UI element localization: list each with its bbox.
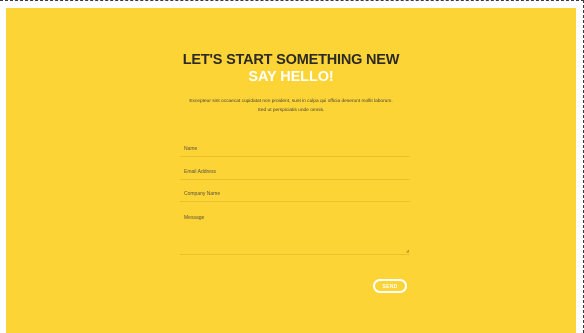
email-field-label: Email Address xyxy=(184,169,216,175)
message-field[interactable]: Message ◢ xyxy=(180,211,410,255)
intro-text: Excepteur sint occaecat cupidatat non pr… xyxy=(189,99,393,113)
message-field-label: Message xyxy=(184,215,205,221)
company-field-label: Company Name xyxy=(184,191,221,197)
dashed-top-border xyxy=(0,0,584,1)
name-field[interactable]: Name xyxy=(180,142,410,157)
email-field[interactable]: Email Address xyxy=(180,165,410,180)
company-field[interactable]: Company Name xyxy=(180,187,410,202)
name-field-label: Name xyxy=(184,146,198,152)
page-subtitle: SAY HELLO! xyxy=(248,69,334,85)
resize-handle-icon[interactable]: ◢ xyxy=(406,249,409,253)
page-title: LET'S START SOMETHING NEW xyxy=(182,52,400,68)
contact-section: LET'S START SOMETHING NEW SAY HELLO! Exc… xyxy=(6,8,576,333)
send-button[interactable]: SEND xyxy=(373,279,407,293)
